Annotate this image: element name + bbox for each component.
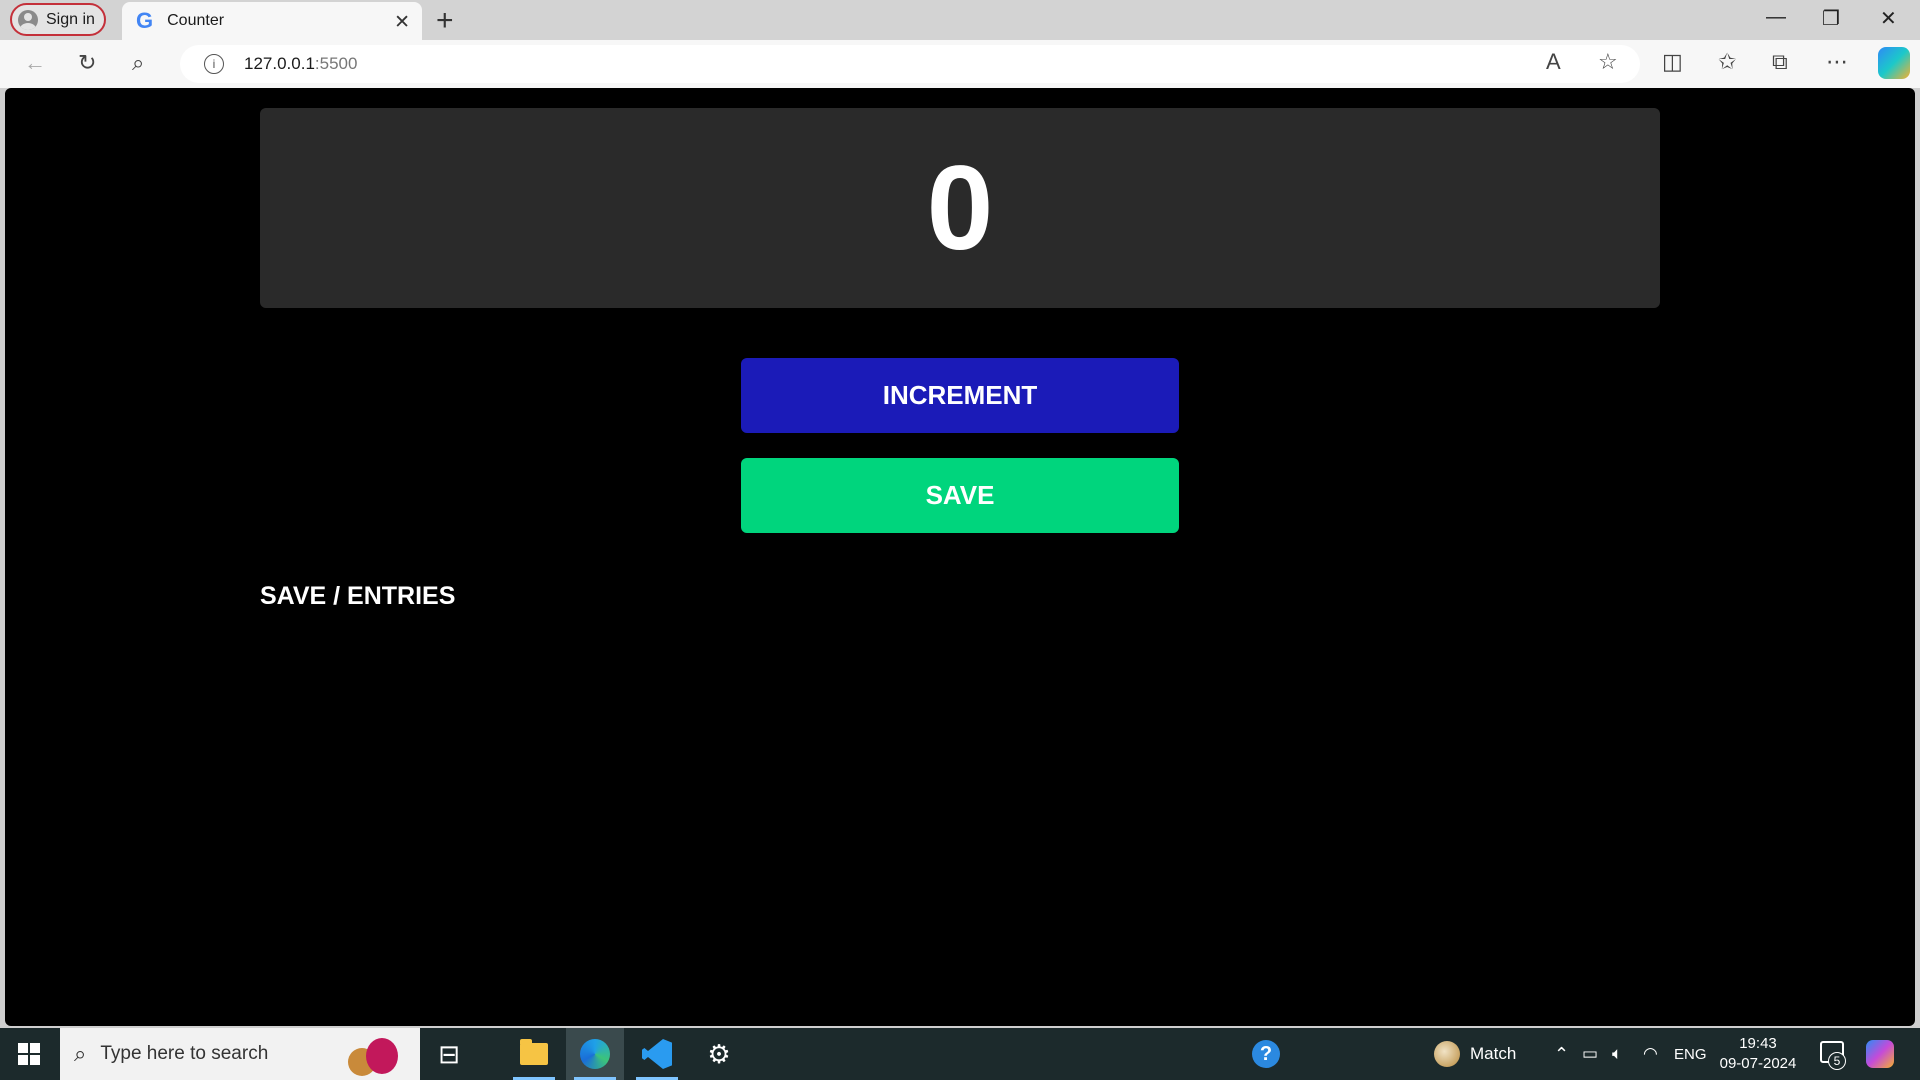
edge-browser-icon[interactable] <box>566 1028 624 1080</box>
address-port: :5500 <box>314 54 358 73</box>
weather-label: Match <box>1470 1044 1517 1063</box>
taskbar-search-placeholder: Type here to search <box>100 1043 269 1064</box>
close-window-button[interactable]: ✕ <box>1880 6 1897 31</box>
site-info-icon[interactable]: i <box>204 54 224 74</box>
browser-toolbar: ← ↻ ⌕ i 127.0.0.1:5500 A ☆ ◫ ✩ ⧉ ⋯ <box>0 40 1920 88</box>
tab-counter[interactable]: G Counter ✕ <box>122 2 422 40</box>
clock-time: 19:43 <box>1739 1035 1777 1052</box>
tab-title: Counter <box>167 12 225 29</box>
refresh-icon[interactable]: ↻ <box>78 50 96 76</box>
avatar-icon <box>18 9 38 30</box>
back-icon[interactable]: ← <box>24 50 46 76</box>
notification-count: 5 <box>1828 1052 1846 1070</box>
profile-button[interactable]: Sign in <box>10 3 106 36</box>
increment-button[interactable]: INCREMENT <box>741 358 1179 433</box>
copilot-taskbar-icon[interactable] <box>1866 1040 1894 1068</box>
favorites-icon[interactable]: ✩ <box>1718 49 1736 75</box>
windows-start-icon[interactable] <box>18 1043 40 1065</box>
copilot-icon[interactable] <box>1878 47 1910 79</box>
tab-close-icon[interactable]: ✕ <box>394 11 410 34</box>
search-highlight-icon <box>346 1034 402 1076</box>
profile-label: Sign in <box>46 10 95 28</box>
collections-icon[interactable]: ⧉ <box>1772 49 1788 75</box>
search-icon: ⌕ <box>74 1041 87 1066</box>
counter-panel: 0 <box>260 108 1660 308</box>
search-icon[interactable]: ⌕ <box>132 50 144 76</box>
volume-icon[interactable]: 🔈︎ <box>1612 1028 1622 1080</box>
vscode-icon[interactable] <box>628 1028 686 1080</box>
taskbar-search[interactable]: ⌕ Type here to search <box>60 1028 420 1080</box>
new-tab-button[interactable]: + <box>436 4 454 38</box>
google-icon: G <box>136 8 154 33</box>
counter-value: 0 <box>926 141 994 275</box>
address-host: 127.0.0.1 <box>244 54 315 73</box>
file-explorer-icon[interactable] <box>505 1028 563 1080</box>
weather-icon <box>1434 1041 1460 1067</box>
page-viewport: 0 INCREMENT SAVE SAVE / ENTRIES <box>5 88 1915 1026</box>
taskbar: ⌕ Type here to search ⊟ ⚙ ? Match ⌃ ▭ 🔈︎… <box>0 1028 1920 1080</box>
clock-date: 09-07-2024 <box>1719 1055 1797 1072</box>
battery-icon[interactable]: ▭ <box>1582 1028 1598 1080</box>
save-button[interactable]: SAVE <box>741 458 1179 533</box>
more-menu-icon[interactable]: ⋯ <box>1826 49 1848 75</box>
tab-strip: Sign in G Counter ✕ + — ❐ ✕ <box>0 0 1920 40</box>
restore-button[interactable]: ❐ <box>1822 6 1840 31</box>
task-view-icon[interactable]: ⊟ <box>420 1028 478 1080</box>
favorite-star-icon[interactable]: ☆ <box>1598 49 1618 75</box>
address-bar[interactable]: i 127.0.0.1:5500 <box>180 45 1640 83</box>
weather-widget[interactable]: Match <box>1434 1028 1516 1080</box>
split-screen-icon[interactable]: ◫ <box>1662 49 1683 75</box>
clock[interactable]: 19:43 09-07-2024 <box>1718 1034 1798 1074</box>
minimize-button[interactable]: — <box>1766 6 1786 29</box>
wifi-icon[interactable]: ◠ <box>1643 1028 1658 1080</box>
read-aloud-icon[interactable]: A <box>1546 49 1561 75</box>
settings-gear-icon[interactable]: ⚙ <box>690 1028 748 1080</box>
show-hidden-icons-icon[interactable]: ⌃ <box>1554 1028 1569 1080</box>
language-indicator[interactable]: ENG <box>1674 1028 1707 1080</box>
save-entries-label: SAVE / ENTRIES <box>260 582 456 610</box>
help-icon[interactable]: ? <box>1252 1028 1280 1080</box>
